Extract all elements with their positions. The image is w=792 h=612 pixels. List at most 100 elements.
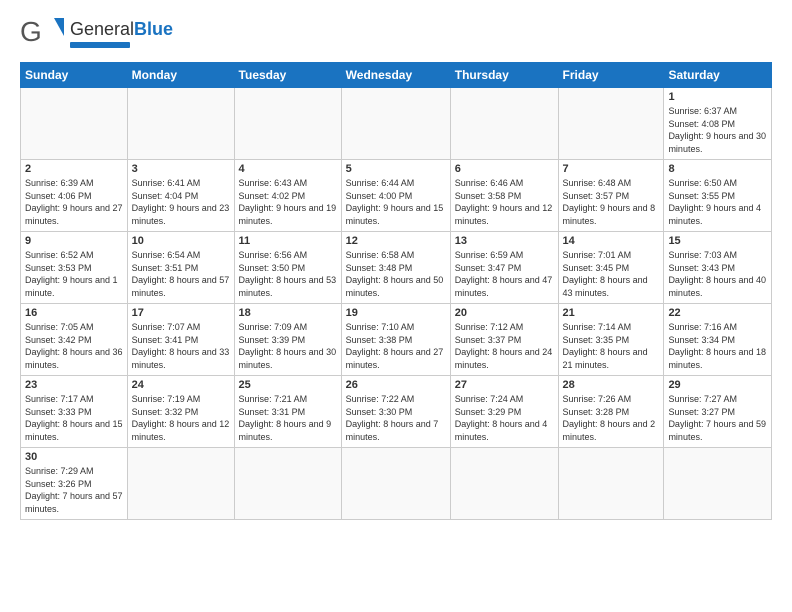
day-number: 16 xyxy=(25,307,123,319)
cell-info: Sunrise: 7:01 AM Sunset: 3:45 PM Dayligh… xyxy=(563,249,660,299)
calendar-cell: 21 Sunrise: 7:14 AM Sunset: 3:35 PM Dayli… xyxy=(558,304,664,376)
calendar-cell: 19 Sunrise: 7:10 AM Sunset: 3:38 PM Dayli… xyxy=(341,304,450,376)
cell-info: Sunrise: 6:48 AM Sunset: 3:57 PM Dayligh… xyxy=(563,177,660,227)
cell-info: Sunrise: 7:21 AM Sunset: 3:31 PM Dayligh… xyxy=(239,393,337,443)
calendar-cell: 13 Sunrise: 6:59 AM Sunset: 3:47 PM Dayli… xyxy=(450,232,558,304)
calendar-cell: 23 Sunrise: 7:17 AM Sunset: 3:33 PM Dayli… xyxy=(21,376,128,448)
calendar-cell: 4Sunrise: 6:43 AM Sunset: 4:02 PM Daylig… xyxy=(234,160,341,232)
week-row-3: 9 Sunrise: 6:52 AM Sunset: 3:53 PM Daylig… xyxy=(21,232,772,304)
day-number: 11 xyxy=(239,235,337,247)
cell-info: Sunrise: 6:37 AM Sunset: 4:08 PM Dayligh… xyxy=(668,105,767,155)
calendar-cell xyxy=(127,88,234,160)
day-number: 9 xyxy=(25,235,123,247)
cell-info: Sunrise: 6:54 AM Sunset: 3:51 PM Dayligh… xyxy=(132,249,230,299)
calendar-cell xyxy=(664,448,772,520)
day-number: 19 xyxy=(346,307,446,319)
calendar-cell: 7Sunrise: 6:48 AM Sunset: 3:57 PM Daylig… xyxy=(558,160,664,232)
cell-info: Sunrise: 7:05 AM Sunset: 3:42 PM Dayligh… xyxy=(25,321,123,371)
calendar-cell: 12Sunrise: 6:58 AM Sunset: 3:48 PM Dayli… xyxy=(341,232,450,304)
day-number: 18 xyxy=(239,307,337,319)
week-row-1: 1 Sunrise: 6:37 AM Sunset: 4:08 PM Daylig… xyxy=(21,88,772,160)
cell-info: Sunrise: 7:14 AM Sunset: 3:35 PM Dayligh… xyxy=(563,321,660,371)
day-number: 3 xyxy=(132,163,230,175)
calendar-cell: 27Sunrise: 7:24 AM Sunset: 3:29 PM Dayli… xyxy=(450,376,558,448)
header: G GeneralBlue xyxy=(20,16,772,52)
day-number: 15 xyxy=(668,235,767,247)
day-number: 14 xyxy=(563,235,660,247)
page: G GeneralBlue SundayMondayTuesdayWednesd… xyxy=(0,0,792,612)
calendar-cell: 1 Sunrise: 6:37 AM Sunset: 4:08 PM Daylig… xyxy=(664,88,772,160)
cell-info: Sunrise: 7:26 AM Sunset: 3:28 PM Dayligh… xyxy=(563,393,660,443)
day-number: 30 xyxy=(25,451,123,463)
weekday-header-monday: Monday xyxy=(127,63,234,88)
calendar-cell: 24 Sunrise: 7:19 AM Sunset: 3:32 PM Dayli… xyxy=(127,376,234,448)
day-number: 12 xyxy=(346,235,446,247)
calendar-cell: 14 Sunrise: 7:01 AM Sunset: 3:45 PM Dayli… xyxy=(558,232,664,304)
calendar-cell xyxy=(341,88,450,160)
day-number: 2 xyxy=(25,163,123,175)
cell-info: Sunrise: 6:43 AM Sunset: 4:02 PM Dayligh… xyxy=(239,177,337,227)
calendar-cell: 30 Sunrise: 7:29 AM Sunset: 3:26 PM Dayli… xyxy=(21,448,128,520)
cell-info: Sunrise: 7:16 AM Sunset: 3:34 PM Dayligh… xyxy=(668,321,767,371)
weekday-header-sunday: Sunday xyxy=(21,63,128,88)
calendar-cell xyxy=(234,88,341,160)
weekday-header-saturday: Saturday xyxy=(664,63,772,88)
calendar-cell: 6Sunrise: 6:46 AM Sunset: 3:58 PM Daylig… xyxy=(450,160,558,232)
day-number: 6 xyxy=(455,163,554,175)
calendar-cell: 26Sunrise: 7:22 AM Sunset: 3:30 PM Dayli… xyxy=(341,376,450,448)
day-number: 25 xyxy=(239,379,337,391)
cell-info: Sunrise: 6:59 AM Sunset: 3:47 PM Dayligh… xyxy=(455,249,554,299)
calendar-cell xyxy=(558,88,664,160)
cell-info: Sunrise: 6:50 AM Sunset: 3:55 PM Dayligh… xyxy=(668,177,767,227)
calendar-cell xyxy=(21,88,128,160)
calendar-cell: 3 Sunrise: 6:41 AM Sunset: 4:04 PM Daylig… xyxy=(127,160,234,232)
weekday-header-thursday: Thursday xyxy=(450,63,558,88)
day-number: 26 xyxy=(346,379,446,391)
cell-info: Sunrise: 6:52 AM Sunset: 3:53 PM Dayligh… xyxy=(25,249,123,299)
calendar-cell xyxy=(127,448,234,520)
cell-info: Sunrise: 7:03 AM Sunset: 3:43 PM Dayligh… xyxy=(668,249,767,299)
day-number: 22 xyxy=(668,307,767,319)
calendar: SundayMondayTuesdayWednesdayThursdayFrid… xyxy=(20,62,772,520)
calendar-cell: 22 Sunrise: 7:16 AM Sunset: 3:34 PM Dayli… xyxy=(664,304,772,376)
calendar-cell: 28 Sunrise: 7:26 AM Sunset: 3:28 PM Dayli… xyxy=(558,376,664,448)
cell-info: Sunrise: 7:12 AM Sunset: 3:37 PM Dayligh… xyxy=(455,321,554,371)
cell-info: Sunrise: 7:09 AM Sunset: 3:39 PM Dayligh… xyxy=(239,321,337,371)
calendar-cell: 2 Sunrise: 6:39 AM Sunset: 4:06 PM Daylig… xyxy=(21,160,128,232)
cell-info: Sunrise: 7:19 AM Sunset: 3:32 PM Dayligh… xyxy=(132,393,230,443)
day-number: 17 xyxy=(132,307,230,319)
cell-info: Sunrise: 7:17 AM Sunset: 3:33 PM Dayligh… xyxy=(25,393,123,443)
cell-info: Sunrise: 7:07 AM Sunset: 3:41 PM Dayligh… xyxy=(132,321,230,371)
calendar-cell: 20 Sunrise: 7:12 AM Sunset: 3:37 PM Dayli… xyxy=(450,304,558,376)
day-number: 10 xyxy=(132,235,230,247)
calendar-cell xyxy=(341,448,450,520)
day-number: 24 xyxy=(132,379,230,391)
calendar-cell: 25 Sunrise: 7:21 AM Sunset: 3:31 PM Dayli… xyxy=(234,376,341,448)
calendar-cell: 15 Sunrise: 7:03 AM Sunset: 3:43 PM Dayli… xyxy=(664,232,772,304)
day-number: 23 xyxy=(25,379,123,391)
calendar-cell xyxy=(450,88,558,160)
calendar-cell: 8 Sunrise: 6:50 AM Sunset: 3:55 PM Daylig… xyxy=(664,160,772,232)
calendar-cell xyxy=(558,448,664,520)
calendar-cell xyxy=(234,448,341,520)
week-row-4: 16 Sunrise: 7:05 AM Sunset: 3:42 PM Dayli… xyxy=(21,304,772,376)
cell-info: Sunrise: 7:27 AM Sunset: 3:27 PM Dayligh… xyxy=(668,393,767,443)
day-number: 1 xyxy=(668,91,767,103)
cell-info: Sunrise: 7:10 AM Sunset: 3:38 PM Dayligh… xyxy=(346,321,446,371)
day-number: 13 xyxy=(455,235,554,247)
calendar-cell xyxy=(450,448,558,520)
day-number: 20 xyxy=(455,307,554,319)
calendar-cell: 29Sunrise: 7:27 AM Sunset: 3:27 PM Dayli… xyxy=(664,376,772,448)
cell-info: Sunrise: 6:41 AM Sunset: 4:04 PM Dayligh… xyxy=(132,177,230,227)
cell-info: Sunrise: 7:29 AM Sunset: 3:26 PM Dayligh… xyxy=(25,465,123,515)
calendar-cell: 5Sunrise: 6:44 AM Sunset: 4:00 PM Daylig… xyxy=(341,160,450,232)
day-number: 21 xyxy=(563,307,660,319)
day-number: 28 xyxy=(563,379,660,391)
weekday-header-friday: Friday xyxy=(558,63,664,88)
day-number: 27 xyxy=(455,379,554,391)
day-number: 8 xyxy=(668,163,767,175)
cell-info: Sunrise: 6:39 AM Sunset: 4:06 PM Dayligh… xyxy=(25,177,123,227)
week-row-2: 2 Sunrise: 6:39 AM Sunset: 4:06 PM Daylig… xyxy=(21,160,772,232)
logo: G GeneralBlue xyxy=(20,16,173,52)
weekday-header-row: SundayMondayTuesdayWednesdayThursdayFrid… xyxy=(21,63,772,88)
